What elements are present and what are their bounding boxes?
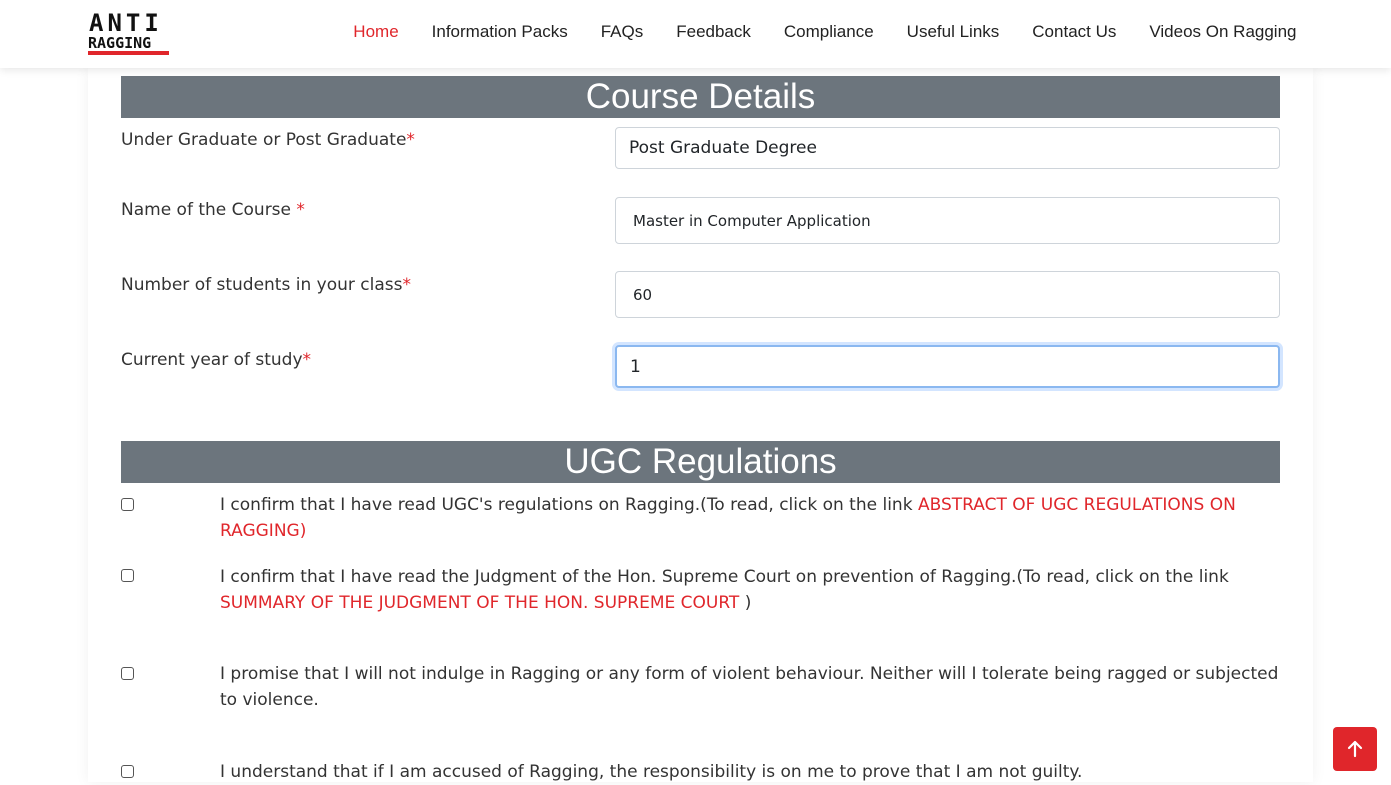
promise-no-ragging-checkbox[interactable] [121, 667, 134, 680]
course-name-value: Master in Computer Application [633, 211, 871, 230]
logo-text-line2: RAGGING [88, 34, 152, 52]
scroll-to-top-button[interactable] [1333, 727, 1377, 771]
burden-of-proof-statement: I understand that if I am accused of Rag… [220, 762, 1083, 782]
confirm-ugc-statement: I confirm that I have read UGC's regulat… [220, 492, 1280, 544]
class-size-label: Number of students in your class* [121, 275, 411, 295]
class-size-value: 60 [633, 285, 653, 304]
ug-pg-label-text: Under Graduate or Post Graduate [121, 130, 407, 150]
confirm-judgment-statement: I confirm that I have read the Judgment … [220, 564, 1280, 616]
confirm-judgment-checkbox[interactable] [121, 569, 134, 582]
promise-no-ragging-statement: I promise that I will not indulge in Rag… [220, 664, 1279, 710]
nav-information-packs[interactable]: Information Packs [415, 22, 584, 42]
ug-pg-select[interactable]: Post Graduate Degree [615, 127, 1280, 169]
course-name-input[interactable]: Master in Computer Application [615, 197, 1280, 244]
class-size-input[interactable]: 60 [615, 271, 1280, 318]
year-of-study-value: 1 [630, 356, 641, 377]
supreme-court-judgment-link[interactable]: SUMMARY OF THE JUDGMENT OF THE HON. SUPR… [220, 593, 739, 613]
ugc-regulations-header: UGC Regulations [121, 441, 1280, 483]
confirm-ugc-checkbox[interactable] [121, 498, 134, 511]
anti-ragging-logo[interactable]: ANTI RAGGING [88, 11, 170, 55]
nav-videos-on-ragging[interactable]: Videos On Ragging [1133, 22, 1313, 42]
course-name-label: Name of the Course * [121, 200, 305, 220]
burden-of-proof-checkbox[interactable] [121, 765, 134, 778]
course-name-label-text: Name of the Course [121, 200, 297, 220]
top-navbar: ANTI RAGGING Home Information Packs FAQs… [0, 0, 1391, 68]
statement-text: I confirm that I have read the Judgment … [220, 567, 1229, 587]
year-of-study-label: Current year of study* [121, 350, 311, 370]
required-mark: * [402, 275, 411, 295]
required-mark: * [302, 350, 312, 370]
nav-compliance[interactable]: Compliance [767, 22, 890, 42]
nav-faqs[interactable]: FAQs [584, 22, 660, 42]
logo-text-line1: ANTI [89, 9, 163, 37]
arrow-up-icon [1347, 740, 1363, 758]
class-size-label-text: Number of students in your class [121, 275, 403, 295]
year-of-study-input[interactable]: 1 [615, 345, 1280, 388]
course-details-header: Course Details [121, 76, 1280, 118]
statement-text: I confirm that I have read UGC's regulat… [220, 495, 918, 515]
main-nav: Home Information Packs FAQs Feedback Com… [337, 22, 1313, 42]
nav-home[interactable]: Home [337, 22, 415, 42]
nav-contact-us[interactable]: Contact Us [1016, 22, 1133, 42]
nav-useful-links[interactable]: Useful Links [890, 22, 1016, 42]
required-mark: * [406, 130, 415, 150]
required-mark: * [296, 200, 305, 220]
nav-feedback[interactable]: Feedback [660, 22, 768, 42]
ug-pg-value: Post Graduate Degree [629, 138, 817, 158]
year-of-study-label-text: Current year of study [121, 350, 303, 370]
logo-underline [88, 51, 169, 55]
ug-pg-label: Under Graduate or Post Graduate* [121, 130, 415, 150]
statement-tail: ) [739, 593, 752, 613]
